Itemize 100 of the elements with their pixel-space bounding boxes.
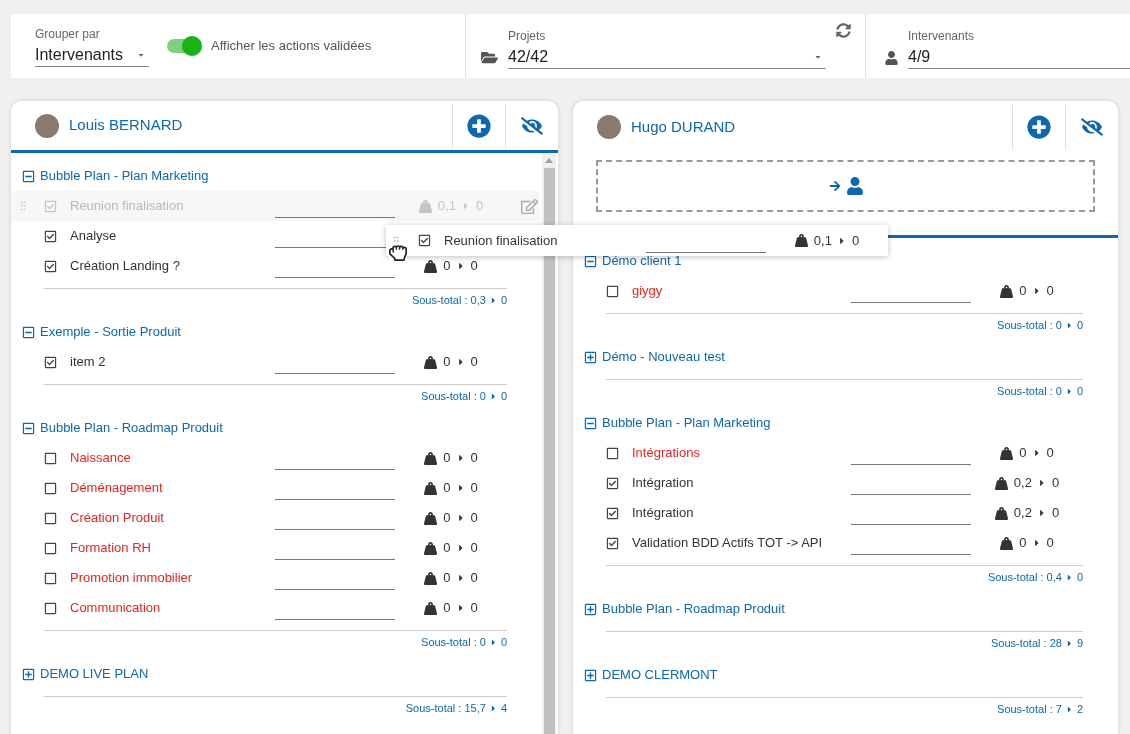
task-name: Intégration <box>632 474 695 492</box>
drop-zone[interactable] <box>596 160 1095 212</box>
workload-value: 0,1 <box>813 231 832 250</box>
field-label: Intervenants <box>908 28 976 45</box>
checkbox-unchecked[interactable] <box>44 601 57 615</box>
checkbox-checked[interactable] <box>44 199 57 213</box>
add-icon <box>467 113 491 138</box>
workload-value: 0 <box>1051 504 1060 523</box>
weight-icon <box>424 481 438 495</box>
avatar <box>35 113 59 138</box>
workload-value: 0,2 <box>1013 504 1032 523</box>
collapse-icon[interactable] <box>584 416 597 430</box>
caret-icon <box>456 261 465 271</box>
project-title[interactable]: Bubble Plan - Roadmap Produit <box>602 599 785 619</box>
caret-icon <box>456 453 465 463</box>
drag-preview-tooltip[interactable]: Reunion finalisation 0,1 0 <box>386 225 888 256</box>
hide-icon <box>1081 117 1103 137</box>
checkbox-unchecked[interactable] <box>44 511 57 525</box>
workload-value: 0 <box>443 449 451 468</box>
project-title[interactable]: Bubble Plan - Plan Marketing <box>602 413 771 433</box>
subtotal-text: Sous-total : 0 <box>421 388 486 404</box>
caret-icon <box>1032 448 1041 458</box>
checkbox-checked[interactable] <box>417 234 431 247</box>
expand-icon[interactable] <box>584 602 597 616</box>
projects-select[interactable]: 42/42 <box>508 45 826 69</box>
collapse-icon[interactable] <box>22 169 35 183</box>
workload-value: 0 <box>1046 444 1054 463</box>
project-title[interactable]: Exemple - Sortie Produit <box>40 322 181 342</box>
expand-icon[interactable] <box>584 668 597 682</box>
person-name: Hugo DURAND <box>631 116 737 137</box>
caret-icon <box>456 603 465 613</box>
project-title[interactable]: DEMO CLERMONT <box>602 665 718 685</box>
workload-value: 0 <box>443 569 451 588</box>
workload-value: 0 <box>443 353 451 372</box>
task-name: Naissance <box>70 449 132 467</box>
checkbox-checked[interactable] <box>44 259 57 273</box>
caret-icon <box>461 201 470 211</box>
subtotal-text: 4 <box>500 700 507 716</box>
weight-icon <box>424 571 438 585</box>
checkbox-checked[interactable] <box>606 476 619 490</box>
toggle-switch[interactable] <box>167 39 201 53</box>
collapse-icon[interactable] <box>22 421 35 435</box>
weight-icon <box>994 476 1008 490</box>
weight-icon <box>424 601 438 615</box>
workload-value: 0 <box>851 231 860 250</box>
caret-icon <box>1065 572 1073 582</box>
task-name: Promotion immobilier <box>70 569 194 587</box>
checkbox-checked[interactable] <box>44 355 57 369</box>
caret-icon <box>1065 320 1073 330</box>
caret-icon <box>456 573 465 583</box>
checkbox-unchecked[interactable] <box>44 541 57 555</box>
caret-icon <box>456 357 465 367</box>
checkbox-checked[interactable] <box>606 506 619 520</box>
workload-value: 0 <box>470 449 478 468</box>
workload-value: 0 <box>443 539 451 558</box>
checkbox-unchecked[interactable] <box>606 284 619 298</box>
refresh-icon[interactable] <box>836 23 851 38</box>
subtotal-text: 0 <box>1076 569 1083 585</box>
group-by-select[interactable]: Intervenants <box>35 43 149 67</box>
field-label: Grouper par <box>35 26 101 43</box>
caret-icon <box>1037 478 1046 488</box>
weight-icon <box>424 259 438 273</box>
project-title[interactable]: DEMO LIVE PLAN <box>40 664 149 684</box>
checkbox-checked[interactable] <box>44 229 57 243</box>
caret-icon <box>1037 508 1046 518</box>
collapse-icon[interactable] <box>22 325 35 339</box>
caret-icon <box>1065 386 1073 396</box>
workload-value: 0 <box>470 599 478 618</box>
weight-icon <box>1000 536 1014 550</box>
subtotal-text: Sous-total : 7 <box>997 701 1062 717</box>
weight-icon <box>794 234 808 247</box>
project-title[interactable]: Démo - Nouveau test <box>602 347 725 367</box>
checkbox-unchecked[interactable] <box>44 451 57 465</box>
expand-icon[interactable] <box>584 350 597 364</box>
assignees-select[interactable]: 4/9 <box>908 45 1130 69</box>
subtotal-text: Sous-total : 0 <box>421 634 486 650</box>
checkbox-unchecked[interactable] <box>606 446 619 460</box>
caret-icon <box>1065 638 1073 648</box>
caret-icon <box>489 703 497 713</box>
checkbox-unchecked[interactable] <box>44 571 57 585</box>
person-name: Louis BERNARD <box>69 115 184 136</box>
workload-value: 0,2 <box>1013 474 1032 493</box>
caret-icon <box>1032 286 1041 296</box>
project-title[interactable]: Bubble Plan - Roadmap Produit <box>40 418 223 438</box>
task-name: Analyse <box>70 227 118 245</box>
workload-value: 0 <box>470 539 478 558</box>
grab-cursor-icon <box>389 243 407 263</box>
caret-icon <box>837 235 846 246</box>
task-name: giygy <box>632 282 664 300</box>
workload-value: 0 <box>443 257 451 276</box>
expand-icon[interactable] <box>22 667 35 681</box>
checkbox-checked[interactable] <box>606 536 619 550</box>
avatar <box>597 115 621 139</box>
caret-icon <box>456 483 465 493</box>
project-title[interactable]: Bubble Plan - Plan Marketing <box>40 166 209 186</box>
toggle-label: Afficher les actions validées <box>211 37 372 56</box>
task-name: Intégrations <box>632 444 701 462</box>
checkbox-unchecked[interactable] <box>44 481 57 495</box>
workload-value: 0 <box>470 509 478 528</box>
caret-icon <box>1032 538 1041 548</box>
